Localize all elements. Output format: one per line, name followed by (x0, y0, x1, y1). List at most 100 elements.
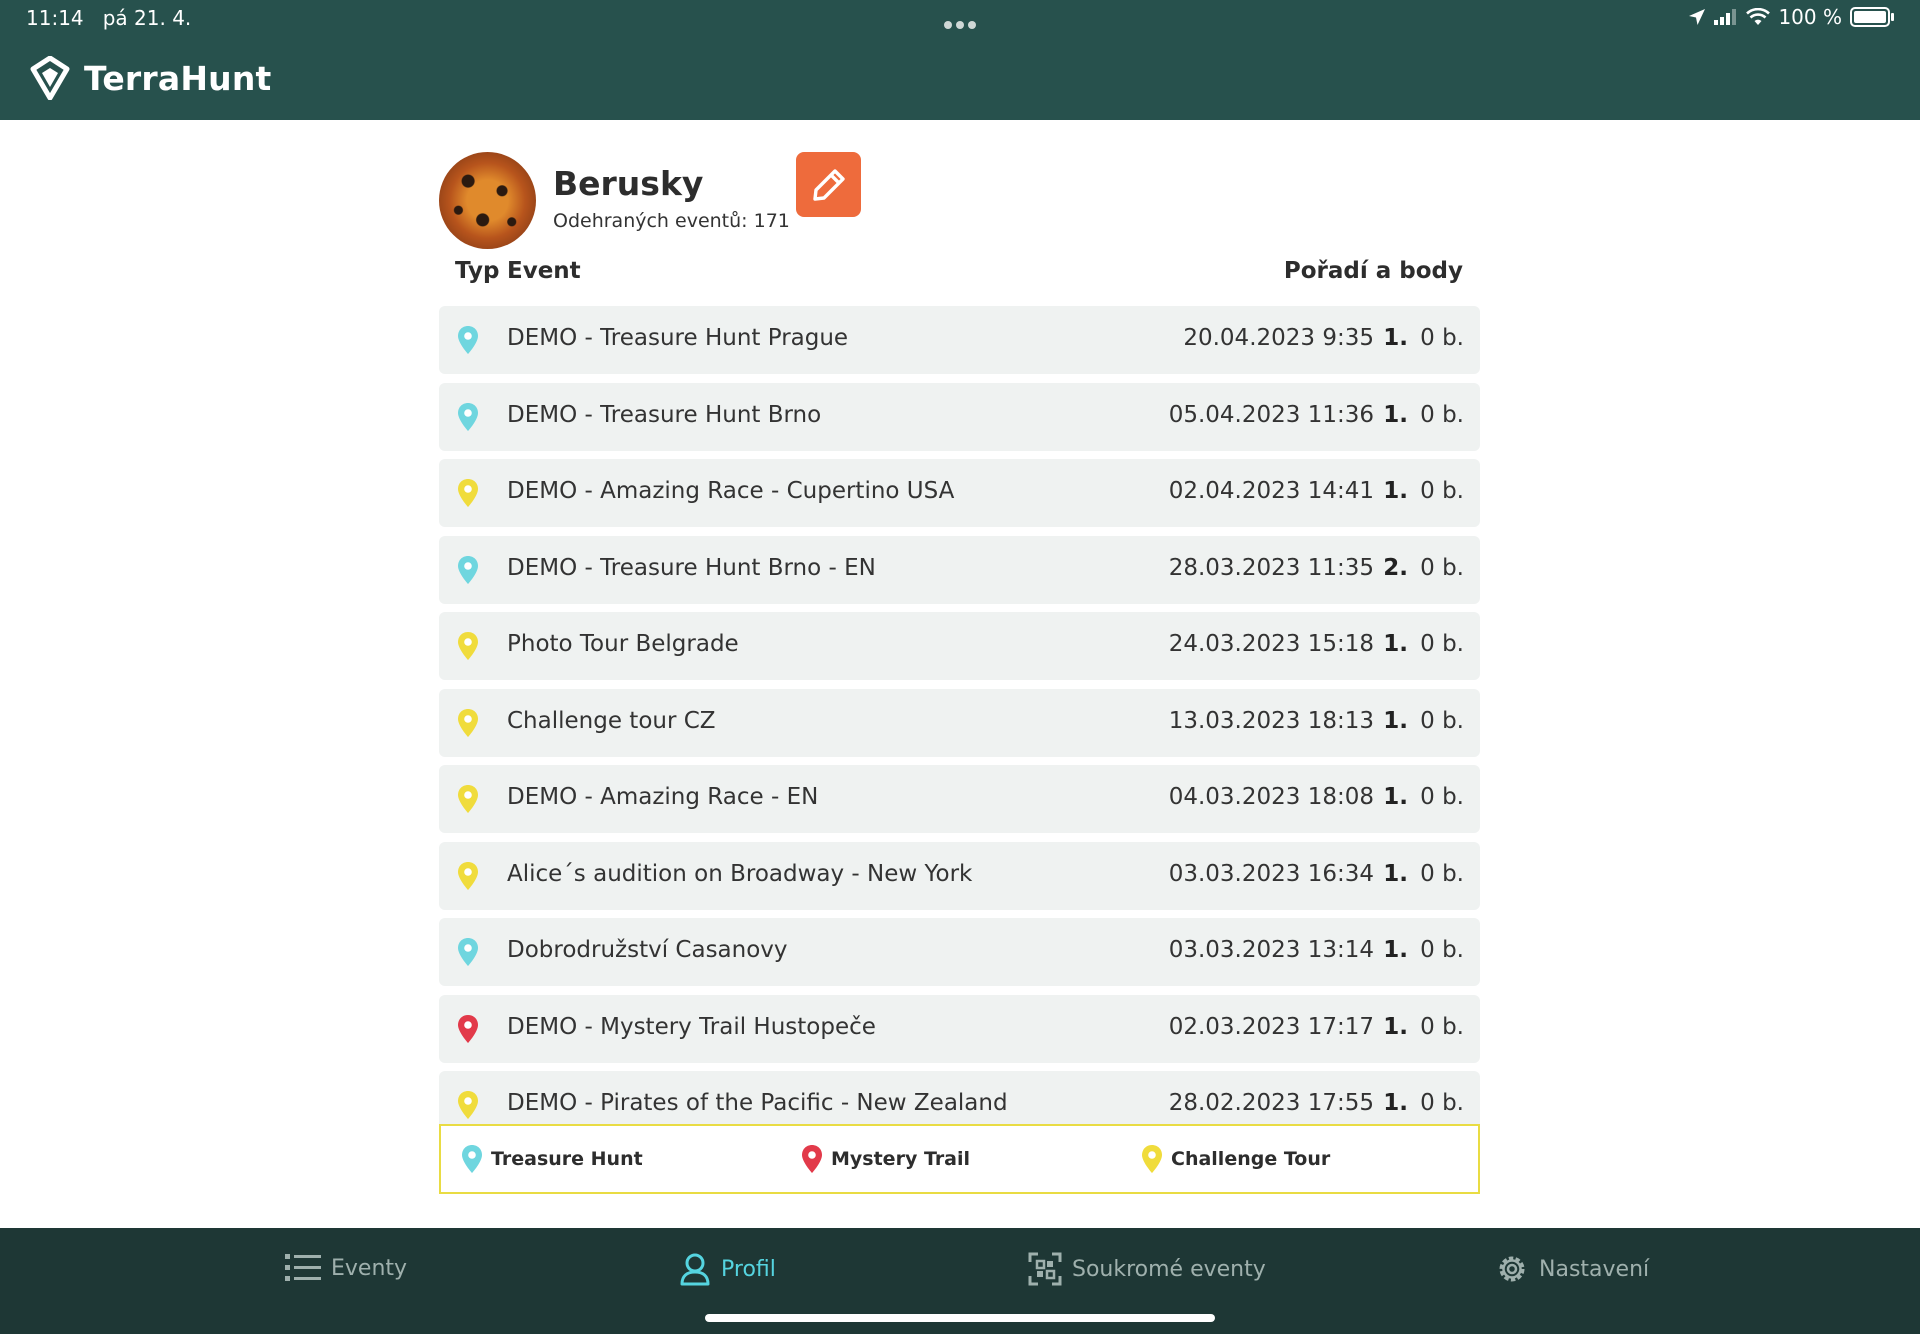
event-rank: 1. (1383, 1013, 1408, 1040)
event-rank: 1. (1383, 1090, 1408, 1116)
avatar[interactable] (439, 152, 536, 249)
status-indicators: 100 % (1688, 5, 1894, 29)
tab-settings[interactable]: Nastavení (1495, 1252, 1649, 1286)
battery-icon (1850, 7, 1894, 27)
event-name: DEMO - Mystery Trail Hustopeče (507, 1013, 876, 1040)
treasure-hunt-pin-icon (458, 938, 478, 966)
event-points: 0 b. (1420, 860, 1464, 887)
event-row[interactable]: DEMO - Pirates of the Pacific - New Zeal… (439, 1071, 1480, 1124)
challenge-tour-pin-icon (458, 861, 478, 890)
bottom-nav: Eventy Profil Soukromé eventy Nastavení (0, 1228, 1920, 1334)
gear-icon (1499, 1256, 1525, 1282)
event-points: 0 b. (1420, 631, 1464, 657)
event-name: DEMO - Treasure Hunt Brno - EN (507, 554, 876, 581)
mystery-trail-pin-icon (802, 1145, 822, 1173)
event-name: Alice´s audition on Broadway - New York (507, 860, 973, 887)
challenge-tour-pin-icon (458, 632, 478, 660)
event-rank: 1. (1383, 325, 1408, 351)
event-points: 0 b. (1420, 707, 1464, 734)
event-date: 28.03.2023 11:35 (1168, 554, 1374, 581)
event-row[interactable]: DEMO - Treasure Hunt Brno - EN 28.03.2023… (439, 535, 1480, 604)
event-points: 0 b. (1420, 784, 1464, 810)
event-rank: 1. (1383, 860, 1408, 887)
event-name: Challenge tour CZ (507, 707, 716, 734)
event-name: DEMO - Treasure Hunt Prague (507, 325, 849, 351)
event-points: 0 b. (1420, 554, 1464, 581)
event-date: 24.03.2023 15:18 (1168, 631, 1374, 657)
treasure-hunt-pin-icon (458, 402, 478, 431)
event-rank: 1. (1383, 937, 1408, 963)
event-date: 03.03.2023 16:34 (1168, 860, 1374, 887)
legend-treasure-hunt: Treasure Hunt (461, 1144, 643, 1174)
event-row[interactable]: Alice´s audition on Broadway - New York 0… (439, 841, 1480, 910)
multitasking-dots-icon[interactable] (942, 14, 978, 33)
legend-mystery-trail: Mystery Trail (801, 1144, 970, 1174)
list-icon (285, 1254, 321, 1281)
event-row[interactable]: DEMO - Amazing Race - EN 04.03.2023 18:08… (439, 765, 1480, 833)
event-rank: 1. (1383, 401, 1408, 428)
event-list[interactable]: DEMO - Treasure Hunt Prague 20.04.2023 9:… (439, 306, 1480, 1124)
challenge-tour-pin-icon (458, 785, 478, 813)
event-date: 02.04.2023 14:41 (1168, 478, 1374, 504)
status-time: 11:14 pá 21. 4. (26, 6, 192, 30)
event-name: DEMO - Amazing Race - Cupertino USA (507, 478, 955, 504)
challenge-tour-pin-icon (458, 1091, 478, 1119)
terrahunt-logo-icon (30, 56, 70, 100)
location-arrow-icon (1689, 9, 1706, 25)
home-indicator[interactable] (705, 1314, 1215, 1322)
qr-scan-icon (1028, 1252, 1062, 1286)
event-points: 0 b. (1420, 325, 1464, 351)
event-date: 20.04.2023 9:35 (1183, 325, 1374, 351)
events-played-count: Odehraných eventů: 171 (553, 210, 790, 232)
battery-percent: 100 % (1778, 5, 1842, 29)
treasure-hunt-pin-icon (458, 326, 478, 354)
event-rank: 1. (1383, 631, 1408, 657)
column-header-type: Typ (455, 258, 500, 284)
event-points: 0 b. (1420, 478, 1464, 504)
event-row[interactable]: Photo Tour Belgrade 24.03.2023 15:18 1. 0 b… (439, 612, 1480, 680)
event-name: Photo Tour Belgrade (507, 631, 739, 657)
app-title: TerraHunt (84, 58, 272, 98)
event-points: 0 b. (1420, 1090, 1464, 1116)
column-header-rank-points: Pořadí a body (1283, 258, 1463, 284)
event-row[interactable]: DEMO - Treasure Hunt Brno 05.04.2023 11:3… (439, 382, 1480, 451)
tab-profile[interactable]: Profil (679, 1252, 776, 1286)
treasure-hunt-pin-icon (462, 1145, 482, 1173)
event-row[interactable]: Dobrodružství Casanovy 03.03.2023 13:14 1.… (439, 918, 1480, 986)
legend-challenge-tour: Challenge Tour (1141, 1144, 1330, 1174)
event-date: 04.03.2023 18:08 (1168, 784, 1374, 810)
wifi-icon (1746, 8, 1771, 25)
edit-profile-button[interactable] (796, 152, 861, 217)
profile-name: Berusky (553, 164, 704, 203)
event-name: Dobrodružství Casanovy (507, 937, 788, 963)
challenge-tour-pin-icon (1142, 1145, 1162, 1173)
event-row[interactable]: DEMO - Amazing Race - Cupertino USA 02.04… (439, 459, 1480, 527)
event-name: DEMO - Treasure Hunt Brno (507, 401, 822, 428)
event-row[interactable]: DEMO - Treasure Hunt Prague 20.04.2023 9:… (439, 306, 1480, 374)
event-date: 03.03.2023 13:14 (1168, 937, 1374, 963)
event-date: 13.03.2023 18:13 (1168, 707, 1374, 734)
event-row[interactable]: DEMO - Mystery Trail Hustopeče 02.03.2023… (439, 994, 1480, 1063)
event-rank: 1. (1383, 478, 1408, 504)
treasure-hunt-pin-icon (458, 555, 478, 584)
event-name: DEMO - Pirates of the Pacific - New Zeal… (507, 1090, 1008, 1116)
pencil-icon (812, 168, 845, 201)
event-points: 0 b. (1420, 1013, 1464, 1040)
event-points: 0 b. (1420, 937, 1464, 963)
event-date: 05.04.2023 11:36 (1168, 401, 1374, 428)
app-logo: TerraHunt (30, 56, 272, 100)
legend: Treasure Hunt Mystery Trail Challenge To… (439, 1124, 1480, 1194)
event-date: 28.02.2023 17:55 (1168, 1090, 1374, 1116)
event-points: 0 b. (1420, 401, 1464, 428)
column-header-event: Event (507, 258, 581, 284)
tab-events[interactable]: Eventy (285, 1252, 407, 1284)
event-name: DEMO - Amazing Race - EN (507, 784, 819, 810)
event-rank: 1. (1383, 707, 1408, 734)
mystery-trail-pin-icon (458, 1014, 478, 1043)
tab-private-events[interactable]: Soukromé eventy (1028, 1252, 1266, 1286)
signal-icon (1714, 9, 1737, 25)
challenge-tour-pin-icon (458, 479, 478, 507)
challenge-tour-pin-icon (458, 708, 478, 737)
event-rank: 2. (1383, 554, 1408, 581)
event-row[interactable]: Challenge tour CZ 13.03.2023 18:13 1. 0 b. (439, 688, 1480, 757)
